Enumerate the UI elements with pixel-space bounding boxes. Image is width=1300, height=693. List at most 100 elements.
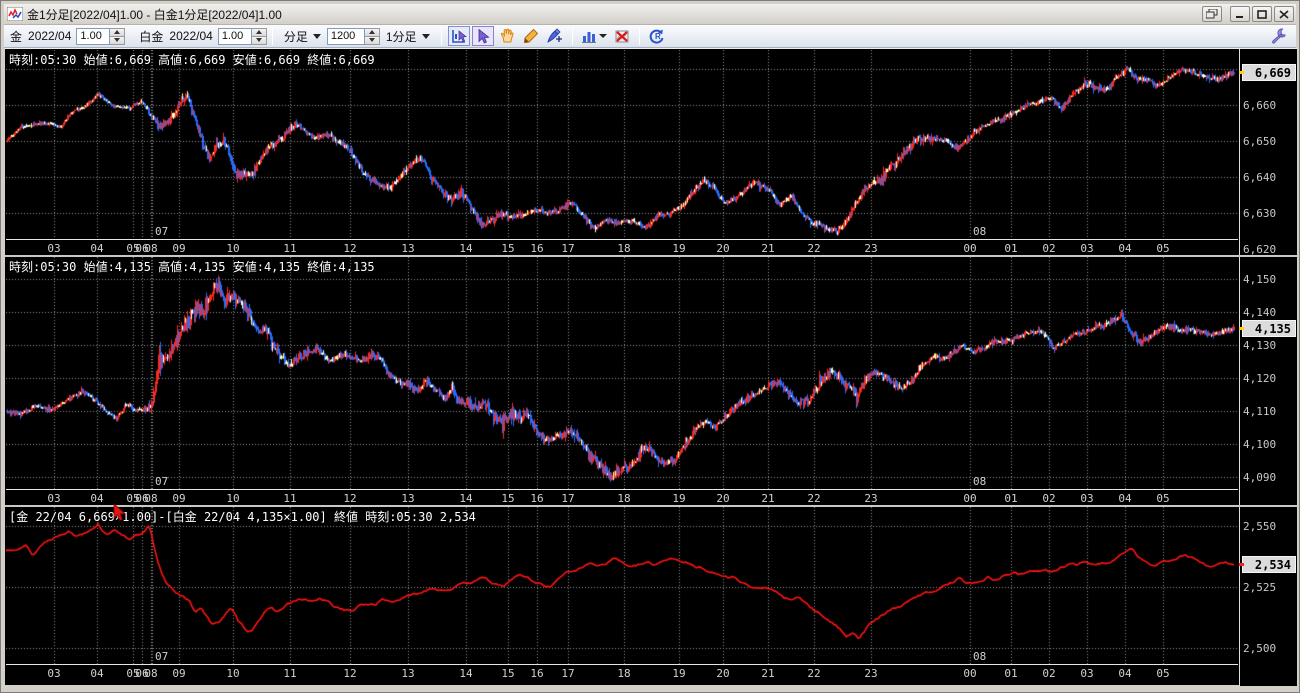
x-axis-label: 08 bbox=[138, 667, 164, 680]
gold-chart-plot[interactable]: 時刻:05:30 始値:6,669 高値:6,669 安値:6,669 終値:6… bbox=[6, 50, 1238, 239]
platinum-month: 2022/04 bbox=[169, 29, 212, 43]
up-arrow-icon bbox=[256, 30, 262, 34]
x-axis-label: 20 bbox=[710, 492, 736, 505]
x-axis-label: 01 bbox=[998, 492, 1024, 505]
gold-multiplier-input[interactable]: 1.00 bbox=[76, 28, 110, 45]
pencil-tool-button[interactable] bbox=[520, 26, 542, 46]
y-axis-label: 4,100 bbox=[1243, 438, 1276, 451]
x-axis-label: 00 bbox=[957, 492, 983, 505]
x-axis-label: 17 bbox=[555, 667, 581, 680]
maximize-button[interactable] bbox=[1252, 6, 1272, 22]
spread-chart-plot[interactable]: [金 22/04 6,669×1.00]-[白金 22/04 4,135×1.0… bbox=[6, 507, 1238, 664]
bar-type-label: 分足 bbox=[284, 28, 308, 45]
spread-current-price-box: 2,534 bbox=[1242, 556, 1296, 573]
spread-chart-canvas[interactable] bbox=[6, 507, 1238, 664]
chart-cursor-tool-button[interactable] bbox=[448, 26, 470, 46]
platinum-chart-plot[interactable]: 時刻:05:30 始値:4,135 高値:4,135 安値:4,135 終値:4… bbox=[6, 257, 1238, 489]
current-price-tick-icon bbox=[1239, 563, 1244, 566]
svg-text:R: R bbox=[655, 32, 661, 41]
x-axis-label: 16 bbox=[524, 242, 550, 255]
chart-type-dropdown-button[interactable] bbox=[579, 26, 609, 46]
spread-x-axis: 0304050608091011121314151617181920212223… bbox=[6, 664, 1238, 680]
x-axis-label: 23 bbox=[858, 667, 884, 680]
platinum-chart-canvas[interactable] bbox=[6, 257, 1238, 489]
close-button[interactable] bbox=[1274, 6, 1294, 22]
x-axis-label: 16 bbox=[524, 492, 550, 505]
minimize-button[interactable] bbox=[1230, 6, 1250, 22]
x-axis-label: 23 bbox=[858, 242, 884, 255]
hand-pan-tool-button[interactable] bbox=[496, 26, 518, 46]
x-axis-label: 23 bbox=[858, 492, 884, 505]
platinum-multiplier-input[interactable]: 1.00 bbox=[218, 28, 252, 45]
toolbar: 金 2022/04 1.00 白金 2022/04 1.00 分足 1200 bbox=[4, 25, 1296, 48]
spin-down-button[interactable] bbox=[110, 36, 124, 44]
toolbar-separator bbox=[639, 27, 640, 45]
x-axis-label: 21 bbox=[755, 492, 781, 505]
x-axis-label: 03 bbox=[1074, 492, 1100, 505]
y-axis-label: 6,630 bbox=[1243, 207, 1276, 220]
y-axis-label: 4,140 bbox=[1243, 306, 1276, 319]
x-axis-label: 19 bbox=[666, 667, 692, 680]
spin-down-button[interactable] bbox=[252, 36, 266, 44]
x-axis-label: 03 bbox=[1074, 667, 1100, 680]
gold-x-axis: 0304050608091011121314151617181920212223… bbox=[6, 239, 1238, 255]
gold-chart-canvas[interactable] bbox=[6, 50, 1238, 239]
settings-wrench-button[interactable] bbox=[1268, 27, 1290, 47]
x-axis-label: 03 bbox=[41, 242, 67, 255]
price-axis-panel: 6,669 4,135 2,534 6,6706,6606,6506,6406,… bbox=[1239, 49, 1297, 686]
pen-annotate-tool-button[interactable] bbox=[544, 26, 566, 46]
select-arrow-tool-button[interactable] bbox=[472, 26, 494, 46]
x-axis-label: 02 bbox=[1036, 492, 1062, 505]
x-axis-label: 14 bbox=[453, 242, 479, 255]
spin-up-button[interactable] bbox=[110, 29, 124, 36]
y-axis-label: 4,150 bbox=[1243, 273, 1276, 286]
app-icon bbox=[7, 7, 23, 21]
x-axis-label: 10 bbox=[220, 492, 246, 505]
interval-dropdown[interactable]: 1分足 bbox=[386, 28, 430, 45]
pen-icon bbox=[546, 28, 563, 44]
y-axis-label: 6,660 bbox=[1243, 99, 1276, 112]
interval-label: 1分足 bbox=[386, 28, 417, 45]
x-axis-label: 02 bbox=[1036, 242, 1062, 255]
spin-up-button[interactable] bbox=[365, 29, 379, 36]
x-axis-label: 22 bbox=[801, 667, 827, 680]
spin-down-button[interactable] bbox=[365, 36, 379, 44]
chart-cursor-icon bbox=[451, 29, 467, 44]
x-axis-label: 11 bbox=[277, 492, 303, 505]
x-axis-label: 15 bbox=[495, 242, 521, 255]
reload-button[interactable]: R bbox=[646, 26, 668, 46]
y-axis-label: 4,120 bbox=[1243, 372, 1276, 385]
spin-up-button[interactable] bbox=[252, 29, 266, 36]
titlebar[interactable]: 金1分足[2022/04]1.00 - 白金1分足[2022/04]1.00 bbox=[4, 4, 1296, 25]
chevron-down-icon bbox=[313, 34, 321, 39]
x-axis-label: 17 bbox=[555, 492, 581, 505]
y-axis-label: 4,110 bbox=[1243, 405, 1276, 418]
x-axis-label: 10 bbox=[220, 242, 246, 255]
platinum-current-price-box: 4,135 bbox=[1242, 320, 1296, 337]
reload-icon: R bbox=[648, 28, 665, 44]
gold-month: 2022/04 bbox=[28, 29, 71, 43]
x-axis-label: 04 bbox=[84, 667, 110, 680]
current-price-tick-icon bbox=[1239, 71, 1244, 74]
bar-type-dropdown[interactable]: 分足 bbox=[284, 28, 321, 45]
pencil-icon bbox=[523, 28, 539, 44]
app-window: 金1分足[2022/04]1.00 - 白金1分足[2022/04]1.00 金… bbox=[0, 0, 1300, 693]
x-axis-label: 14 bbox=[453, 492, 479, 505]
remove-chart-button[interactable] bbox=[611, 26, 633, 46]
x-axis-label: 05 bbox=[1150, 492, 1176, 505]
x-axis-label: 09 bbox=[166, 242, 192, 255]
x-axis-label: 10 bbox=[220, 667, 246, 680]
window-cascade-button[interactable] bbox=[1202, 6, 1222, 22]
up-arrow-icon bbox=[369, 30, 375, 34]
chevron-down-icon bbox=[422, 34, 430, 39]
x-axis-label: 18 bbox=[611, 667, 637, 680]
x-axis-label: 03 bbox=[41, 492, 67, 505]
y-axis-label: 2,550 bbox=[1243, 520, 1276, 533]
x-axis-label: 21 bbox=[755, 242, 781, 255]
gold-current-price-box: 6,669 bbox=[1242, 64, 1296, 81]
x-axis-label: 12 bbox=[337, 492, 363, 505]
platinum-x-axis: 0304050608091011121314151617181920212223… bbox=[6, 489, 1238, 505]
bar-count-input[interactable]: 1200 bbox=[327, 28, 365, 45]
x-axis-label: 20 bbox=[710, 242, 736, 255]
select-arrow-icon bbox=[476, 29, 490, 44]
